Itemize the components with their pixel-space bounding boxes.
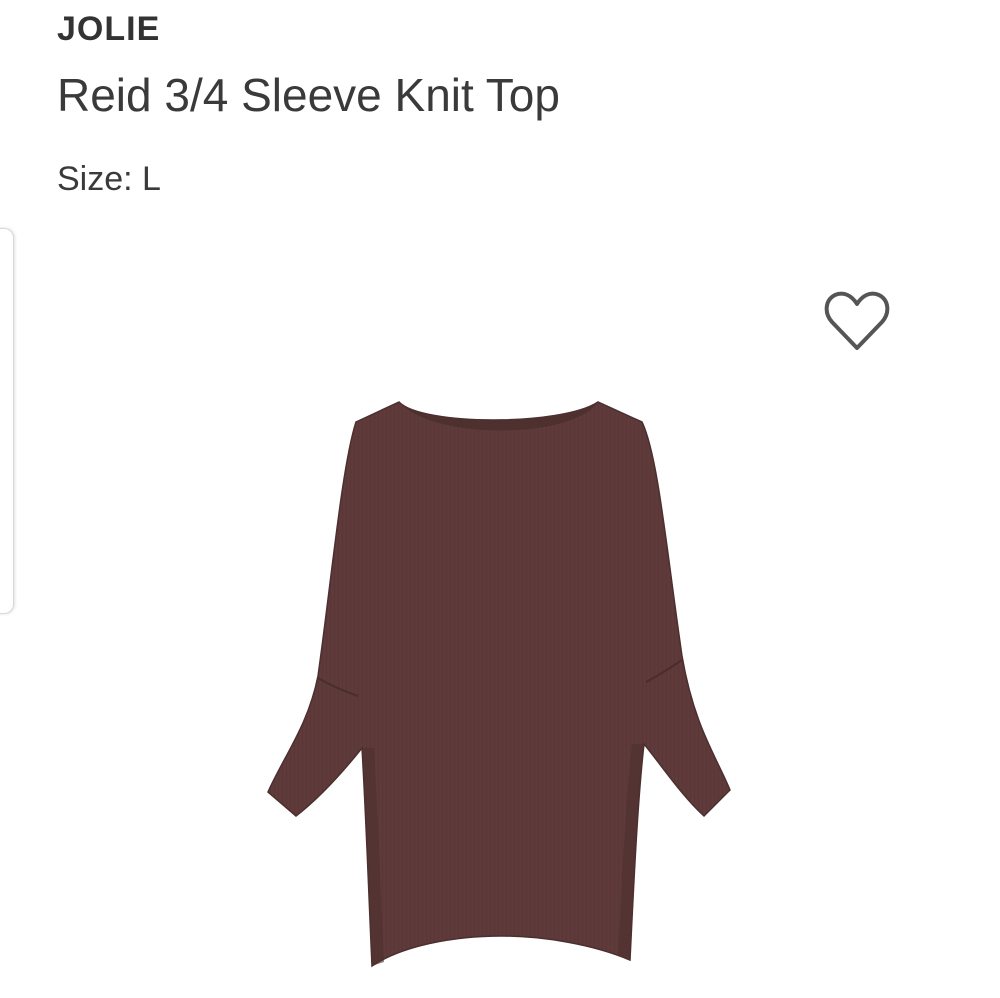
size-label: Size: (57, 160, 133, 198)
size-value: L (142, 160, 161, 198)
knit-top-illustration (267, 401, 731, 968)
heart-outline-icon (824, 291, 890, 350)
product-image (262, 396, 738, 968)
product-title: Reid 3/4 Sleeve Knit Top (57, 69, 560, 121)
size-info: Size: L (57, 160, 161, 199)
side-drawer-handle[interactable] (0, 228, 14, 614)
product-detail-page: JOLIE Reid 3/4 Sleeve Knit Top Size: L (0, 0, 1000, 998)
favorite-button[interactable] (822, 288, 892, 354)
brand-name: JOLIE (57, 10, 161, 48)
